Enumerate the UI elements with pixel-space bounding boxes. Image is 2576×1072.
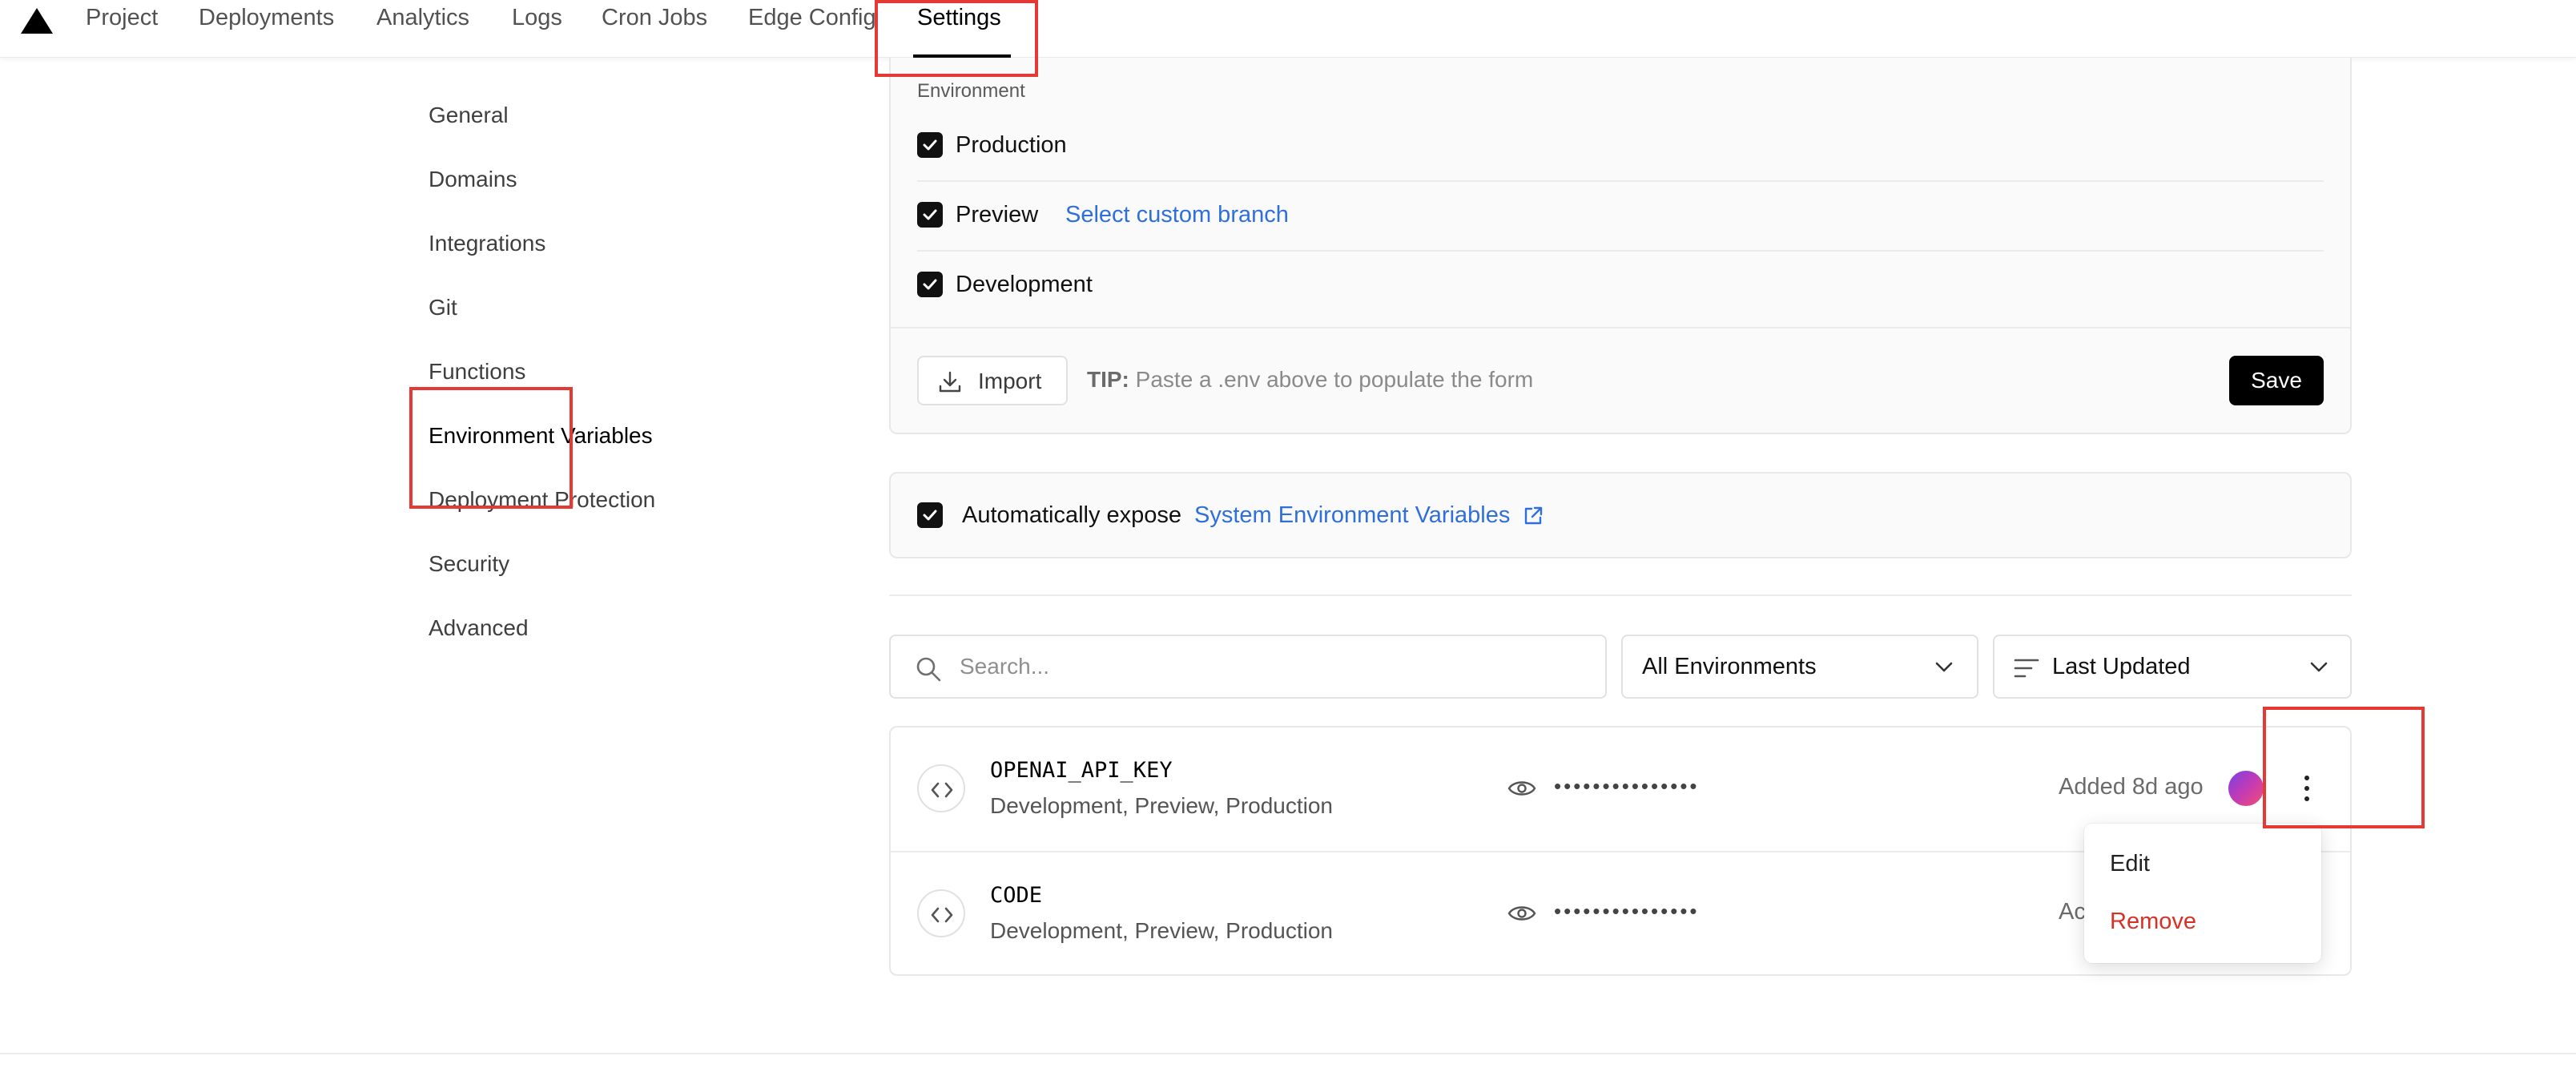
environment-filter-value: All Environments xyxy=(1642,654,1817,679)
divider xyxy=(917,180,2324,182)
import-label: Import xyxy=(978,369,1042,393)
more-options-button[interactable] xyxy=(2292,769,2321,808)
sidebar-item-deployment-protection[interactable]: Deployment Protection xyxy=(429,487,655,513)
nav-item-analytics[interactable]: Analytics xyxy=(376,5,469,31)
sidebar-item-general[interactable]: General xyxy=(429,103,509,128)
page-footer-divider xyxy=(0,1053,2576,1054)
code-icon xyxy=(917,889,965,937)
development-checkbox[interactable] xyxy=(917,272,943,297)
sidebar-item-security[interactable]: Security xyxy=(429,551,509,577)
environment-filter-select[interactable]: All Environments xyxy=(1621,635,1978,699)
edit-menu-item[interactable]: Edit xyxy=(2110,851,2150,877)
expose-system-vars-label: Automatically expose xyxy=(962,502,1182,528)
masked-value: ••••••••••••••• xyxy=(1554,899,1700,923)
sidebar-item-domains[interactable]: Domains xyxy=(429,167,517,192)
sidebar-item-functions[interactable]: Functions xyxy=(429,359,525,385)
expose-system-vars-checkbox[interactable] xyxy=(917,502,943,528)
section-separator xyxy=(889,594,2352,596)
sidebar-item-git[interactable]: Git xyxy=(429,295,457,320)
nav-item-cron-jobs[interactable]: Cron Jobs xyxy=(602,5,707,31)
production-label: Production xyxy=(956,132,1067,158)
check-icon xyxy=(923,139,937,151)
remove-menu-item[interactable]: Remove xyxy=(2110,909,2196,935)
preview-label: Preview xyxy=(956,202,1039,228)
variable-environments: Development, Preview, Production xyxy=(990,793,1333,818)
sidebar-item-integrations[interactable]: Integrations xyxy=(429,231,545,256)
preview-checkbox[interactable] xyxy=(917,202,943,228)
chevron-down-icon xyxy=(2310,662,2328,672)
added-timestamp: Added 8d ago xyxy=(2059,774,2204,800)
vercel-logo-icon[interactable] xyxy=(19,6,54,35)
tip-text: TIP: Paste a .env above to populate the … xyxy=(1087,367,1533,393)
nav-item-settings[interactable]: Settings xyxy=(917,5,1001,31)
check-icon xyxy=(923,510,937,521)
search-input[interactable] xyxy=(960,646,1584,687)
development-label: Development xyxy=(956,272,1093,297)
variable-environments: Development, Preview, Production xyxy=(990,918,1333,943)
sort-select[interactable]: Last Updated xyxy=(1993,635,2352,699)
code-icon xyxy=(917,764,965,812)
tip-prefix: TIP: xyxy=(1087,367,1129,392)
variable-name[interactable]: CODE xyxy=(990,883,1042,908)
save-button[interactable]: Save xyxy=(2229,356,2324,405)
system-env-vars-link[interactable]: System Environment Variables xyxy=(1194,502,1510,529)
sort-lines-icon xyxy=(2014,659,2039,678)
select-custom-branch-link[interactable]: Select custom branch xyxy=(1065,202,1289,228)
external-link-icon[interactable] xyxy=(1522,505,1544,527)
search-icon xyxy=(916,657,941,682)
tip-body: Paste a .env above to populate the form xyxy=(1135,367,1534,392)
sidebar-item-advanced[interactable]: Advanced xyxy=(429,615,529,641)
divider xyxy=(917,250,2324,252)
row-actions-menu: Edit Remove xyxy=(2084,824,2321,963)
download-icon xyxy=(939,371,961,393)
avatar xyxy=(2228,771,2264,806)
check-icon xyxy=(923,279,937,290)
variable-name[interactable]: OPENAI_API_KEY xyxy=(990,758,1173,783)
divider xyxy=(891,327,2350,328)
eye-icon[interactable] xyxy=(1507,777,1536,800)
check-icon xyxy=(923,209,937,220)
environment-label: Environment xyxy=(917,80,1025,102)
sort-value: Last Updated xyxy=(2052,654,2191,679)
import-button[interactable]: Import xyxy=(917,356,1068,405)
production-checkbox[interactable] xyxy=(917,132,943,158)
eye-icon[interactable] xyxy=(1507,902,1536,925)
nav-item-logs[interactable]: Logs xyxy=(512,5,562,31)
top-navigation: Project Deployments Analytics Logs Cron … xyxy=(0,0,2576,58)
search-box xyxy=(889,635,1607,699)
nav-item-edge-config[interactable]: Edge Config xyxy=(748,5,876,31)
sidebar-item-environment-variables[interactable]: Environment Variables xyxy=(429,423,653,449)
masked-value: ••••••••••••••• xyxy=(1554,774,1700,798)
added-timestamp: Ac xyxy=(2059,899,2086,925)
nav-item-deployments[interactable]: Deployments xyxy=(199,5,334,31)
nav-item-project[interactable]: Project xyxy=(86,5,158,31)
chevron-down-icon xyxy=(1935,662,1953,672)
